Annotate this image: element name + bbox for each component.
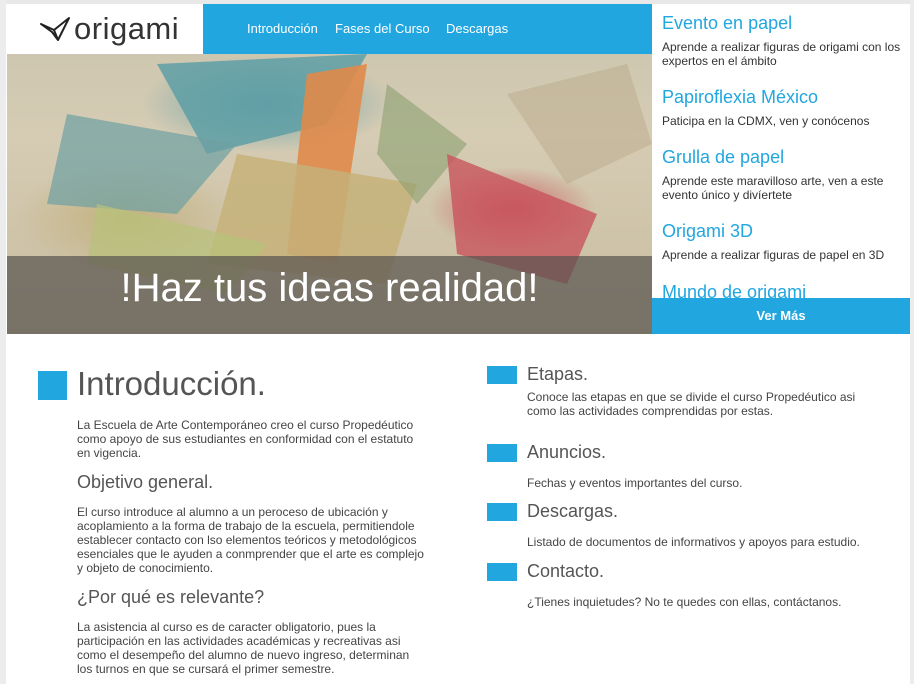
section-marker-icon bbox=[487, 366, 517, 384]
relevance-text: La asistencia al curso es de caracter ob… bbox=[77, 620, 410, 676]
event-description: Paticipa en la CDMX, ven y conócenos bbox=[662, 114, 870, 128]
window-frame-right bbox=[910, 0, 914, 684]
hero-headline: !Haz tus ideas realidad! bbox=[120, 266, 539, 310]
event-title[interactable]: Origami 3D bbox=[662, 221, 902, 242]
section-text-etapas: Conoce las etapas en que se divide el cu… bbox=[527, 390, 856, 418]
section-marker-icon bbox=[38, 371, 67, 400]
hero-banner: origami Introducción Fases del Curso Des… bbox=[7, 4, 652, 334]
origami-bird-icon bbox=[40, 17, 70, 41]
event-description: Aprende a realizar figuras de origami co… bbox=[662, 40, 901, 68]
section-title-contacto[interactable]: Contacto. bbox=[527, 561, 604, 582]
section-marker-icon bbox=[487, 444, 517, 462]
intro-title: Introducción. bbox=[77, 365, 266, 402]
nav-link-descargas[interactable]: Descargas bbox=[446, 21, 508, 36]
event-title[interactable]: Evento en papel bbox=[662, 13, 902, 34]
section-text-descargas: Listado de documentos de informativos y … bbox=[527, 535, 860, 549]
nav-link-introduccion[interactable]: Introducción bbox=[247, 21, 318, 36]
logo-text: origami bbox=[74, 11, 180, 46]
logo[interactable]: origami bbox=[7, 4, 203, 54]
section-marker-icon bbox=[487, 503, 517, 521]
section-title-etapas[interactable]: Etapas. bbox=[527, 364, 588, 385]
objective-text: El curso introduce al alumno a un peroce… bbox=[77, 505, 424, 575]
event-item[interactable]: Origami 3D Aprende a realizar figuras de… bbox=[662, 221, 902, 262]
section-text-contacto: ¿Tienes inquietudes? No te quedes con el… bbox=[527, 595, 842, 609]
event-item[interactable]: Evento en papel Aprende a realizar figur… bbox=[662, 13, 902, 68]
section-marker-icon bbox=[487, 563, 517, 581]
nav-link-fases-del-curso[interactable]: Fases del Curso bbox=[335, 21, 430, 36]
section-title-descargas[interactable]: Descargas. bbox=[527, 501, 618, 522]
event-title[interactable]: Grulla de papel bbox=[662, 147, 902, 168]
event-description: Aprende a realizar figuras de papel en 3… bbox=[662, 248, 885, 262]
event-description: Aprende este maravilloso arte, ven a est… bbox=[662, 174, 884, 202]
ver-mas-button[interactable]: Ver Más bbox=[652, 298, 910, 334]
intro-text: La Escuela de Arte Contemporáneo creo el… bbox=[77, 418, 414, 460]
window-frame-left bbox=[0, 0, 6, 684]
top-navigation: origami Introducción Fases del Curso Des… bbox=[7, 4, 652, 54]
event-item[interactable]: Papiroflexia México Paticipa en la CDMX,… bbox=[662, 87, 902, 128]
event-item[interactable]: Grulla de papel Aprende este maravilloso… bbox=[662, 147, 902, 202]
event-item[interactable]: Mundo de origami bbox=[662, 282, 902, 298]
events-list: Evento en papel Aprende a realizar figur… bbox=[652, 4, 910, 298]
event-title[interactable]: Mundo de origami bbox=[662, 282, 902, 298]
section-text-anuncios: Fechas y eventos importantes del curso. bbox=[527, 476, 743, 490]
relevance-title: ¿Por qué es relevante? bbox=[77, 587, 265, 607]
event-title[interactable]: Papiroflexia México bbox=[662, 87, 902, 108]
section-title-anuncios[interactable]: Anuncios. bbox=[527, 442, 606, 463]
objective-title: Objetivo general. bbox=[77, 472, 214, 492]
